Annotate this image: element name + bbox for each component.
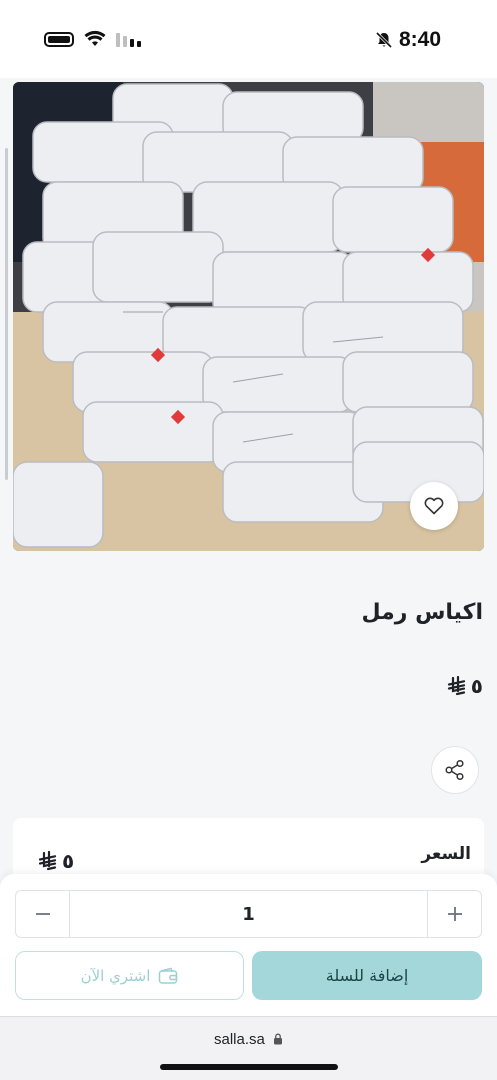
price-card-value: ٥	[38, 849, 74, 873]
add-to-cart-label: إضافة للسلة	[325, 966, 409, 985]
price-label: السعر	[421, 844, 471, 864]
lock-icon	[274, 1033, 283, 1045]
product-photo	[13, 82, 484, 551]
url-display[interactable]: salla.sa	[0, 1031, 497, 1048]
status-bar: 8:40	[0, 0, 497, 78]
decrease-quantity-button[interactable]	[16, 891, 70, 937]
buy-now-button[interactable]: اشتري الآن	[15, 951, 244, 1000]
battery-icon	[44, 31, 74, 47]
status-right: 8:40	[375, 28, 441, 52]
plus-icon	[447, 907, 462, 921]
url-text: salla.sa	[213, 1031, 265, 1048]
cellular-signal-icon	[116, 33, 141, 47]
share-icon	[445, 759, 464, 781]
minus-icon	[35, 913, 50, 915]
riyal-symbol-icon	[38, 851, 57, 871]
wifi-icon	[84, 30, 106, 46]
favorite-button[interactable]	[410, 482, 458, 530]
quantity-input[interactable]: 1	[70, 891, 427, 937]
riyal-symbol-icon	[447, 676, 465, 696]
product-image[interactable]	[13, 82, 484, 551]
wallet-icon	[159, 967, 178, 984]
increase-quantity-button[interactable]	[427, 891, 481, 937]
price-value: ٥	[470, 674, 483, 698]
scroll-indicator	[5, 148, 8, 480]
quantity-stepper: 1	[15, 890, 482, 938]
product-price: ٥	[447, 674, 483, 698]
product-title: اكياس رمل	[361, 600, 483, 625]
share-button[interactable]	[431, 746, 479, 794]
clock: 8:40	[398, 28, 441, 51]
home-indicator	[160, 1064, 338, 1070]
price-card-amount: ٥	[62, 849, 75, 873]
heart-icon	[424, 497, 444, 515]
status-left	[44, 30, 142, 48]
silent-bell-icon	[375, 31, 393, 49]
buy-now-label: اشتري الآن	[80, 966, 151, 985]
browser-url-bar[interactable]	[0, 1016, 497, 1080]
add-to-cart-button[interactable]: إضافة للسلة	[252, 951, 482, 1000]
